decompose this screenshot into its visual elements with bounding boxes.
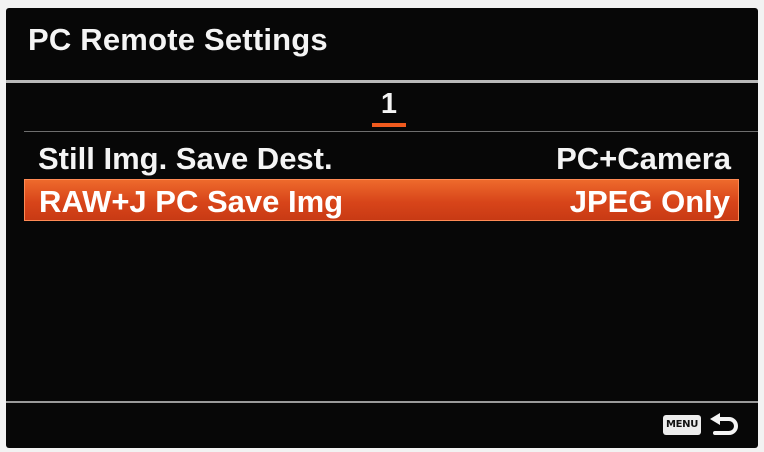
menu-item-label: RAW+J PC Save Img — [39, 184, 344, 219]
page-indicator-underline — [372, 123, 406, 127]
menu-button-badge: MENU — [663, 415, 701, 435]
camera-menu-screen: PC Remote Settings 1 Still Img. Save Des… — [6, 8, 758, 448]
camera-frame: PC Remote Settings 1 Still Img. Save Des… — [0, 0, 764, 452]
title-divider — [6, 80, 758, 83]
menu-item-still-img-save-dest[interactable]: Still Img. Save Dest. PC+Camera — [24, 137, 739, 179]
page-divider — [24, 131, 758, 132]
page-title: PC Remote Settings — [28, 22, 328, 57]
menu-item-value: JPEG Only — [569, 184, 730, 219]
menu-item-label: Still Img. Save Dest. — [38, 141, 333, 176]
menu-item-value: PC+Camera — [556, 141, 731, 176]
page-number: 1 — [380, 88, 398, 120]
return-arrow-icon — [710, 413, 738, 435]
menu-item-raw-j-pc-save-img[interactable]: RAW+J PC Save Img JPEG Only — [24, 179, 739, 221]
menu-back-button[interactable]: MENU — [663, 413, 743, 439]
footer-divider — [6, 401, 758, 403]
